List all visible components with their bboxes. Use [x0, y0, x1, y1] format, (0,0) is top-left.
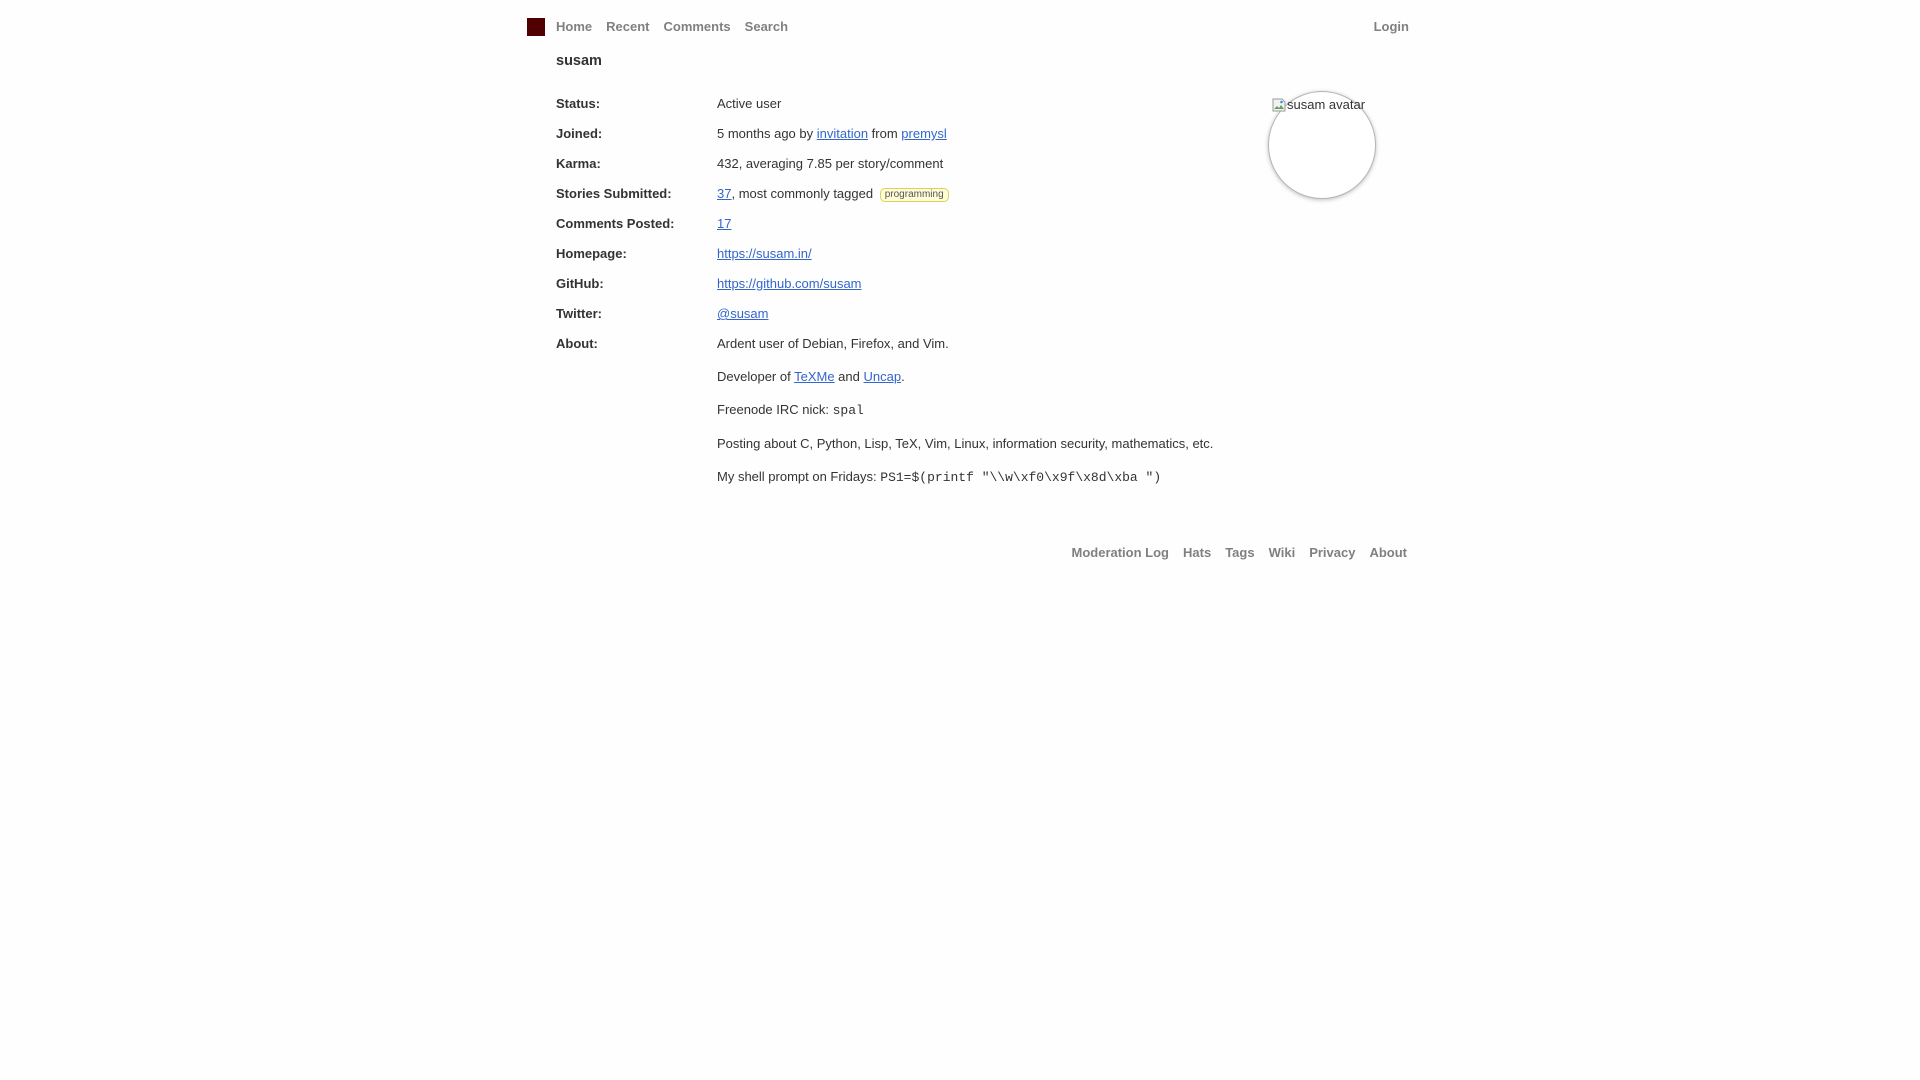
- twitter-label: Twitter:: [556, 306, 602, 321]
- about-line-4: Posting about C, Python, Lisp, TeX, Vim,…: [717, 436, 1214, 451]
- uncap-link[interactable]: Uncap: [863, 369, 901, 384]
- status-row: Status: Active user: [556, 93, 1256, 123]
- avatar-broken-image: susam avatar: [1272, 97, 1365, 112]
- site-header: Home Recent Comments Search Login: [527, 14, 1417, 36]
- shell-prompt-code: PS1=$(printf "\\w\xf0\x9f\x8d\xba "): [880, 470, 1162, 485]
- main-nav: Home Recent Comments Search: [556, 19, 802, 34]
- homepage-link[interactable]: https://susam.in/: [717, 246, 812, 261]
- texme-link[interactable]: TeXMe: [794, 369, 834, 384]
- github-link[interactable]: https://github.com/susam: [717, 276, 862, 291]
- footer-tags-link[interactable]: Tags: [1225, 545, 1254, 560]
- avatar: susam avatar: [1268, 91, 1376, 199]
- about-value: Ardent user of Debian, Firefox, and Vim.…: [717, 333, 1213, 503]
- tag-programming[interactable]: programming: [879, 188, 949, 202]
- about-line-5-prefix: My shell prompt on Fridays:: [717, 469, 881, 484]
- footer-hats-link[interactable]: Hats: [1183, 545, 1211, 560]
- avatar-alt-text: susam avatar: [1287, 97, 1366, 112]
- about-label: About:: [556, 336, 598, 351]
- broken-image-icon: [1272, 98, 1286, 111]
- github-label: GitHub:: [556, 276, 604, 291]
- twitter-value: @susam: [717, 306, 769, 321]
- about-row: About: Ardent user of Debian, Firefox, a…: [556, 333, 1256, 485]
- footer-moderation-log-link[interactable]: Moderation Log: [1072, 545, 1170, 560]
- comments-label: Comments Posted:: [556, 216, 675, 231]
- irc-nick-code: spal: [832, 403, 864, 418]
- about-line-2-suffix: .: [901, 369, 905, 384]
- site-logo-icon[interactable]: [527, 18, 545, 36]
- homepage-value: https://susam.in/: [717, 246, 812, 261]
- comments-row: Comments Posted: 17: [556, 213, 1256, 243]
- stories-text: , most commonly tagged: [731, 186, 874, 201]
- homepage-label: Homepage:: [556, 246, 627, 261]
- profile-details: Status: Active user Joined: 5 months ago…: [556, 93, 1256, 485]
- login-link[interactable]: Login: [1374, 19, 1409, 34]
- homepage-row: Homepage: https://susam.in/: [556, 243, 1256, 273]
- about-line-1: Ardent user of Debian, Firefox, and Vim.: [717, 336, 949, 351]
- joined-value: 5 months ago by invitation from premysl: [717, 126, 947, 141]
- twitter-link[interactable]: @susam: [717, 306, 769, 321]
- stories-value: 37, most commonly tagged programming: [717, 186, 949, 202]
- karma-value: 432, averaging 7.85 per story/comment: [717, 156, 944, 171]
- nav-comments-link[interactable]: Comments: [663, 19, 730, 34]
- footer-privacy-link[interactable]: Privacy: [1309, 545, 1355, 560]
- status-value: Active user: [717, 96, 782, 111]
- stories-count-link[interactable]: 37: [717, 186, 731, 201]
- invitation-link[interactable]: invitation: [817, 126, 868, 141]
- nav-search-link[interactable]: Search: [745, 19, 788, 34]
- joined-label: Joined:: [556, 126, 603, 141]
- footer-wiki-link[interactable]: Wiki: [1269, 545, 1296, 560]
- about-line-3: Freenode IRC nick: spal: [717, 402, 1213, 419]
- github-value: https://github.com/susam: [717, 276, 862, 291]
- footer-about-link[interactable]: About: [1369, 545, 1407, 560]
- stories-row: Stories Submitted: 37, most commonly tag…: [556, 183, 1256, 213]
- karma-label: Karma:: [556, 156, 601, 171]
- nav-recent-link[interactable]: Recent: [606, 19, 649, 34]
- comments-value: 17: [717, 216, 731, 231]
- github-row: GitHub: https://github.com/susam: [556, 273, 1256, 303]
- about-line-2: Developer of TeXMe and Uncap.: [717, 369, 1213, 385]
- inviter-link[interactable]: premysl: [901, 126, 947, 141]
- about-line-3-prefix: Freenode IRC nick:: [717, 402, 833, 417]
- site-footer: Moderation Log Hats Tags Wiki Privacy Ab…: [1058, 545, 1408, 560]
- about-line-2-prefix: Developer of: [717, 369, 795, 384]
- nav-home-link[interactable]: Home: [556, 19, 592, 34]
- about-line-2-middle: and: [834, 369, 864, 384]
- joined-prefix: 5 months ago by: [717, 126, 817, 141]
- status-label: Status:: [556, 96, 601, 111]
- joined-row: Joined: 5 months ago by invitation from …: [556, 123, 1256, 153]
- joined-middle: from: [868, 126, 902, 141]
- twitter-row: Twitter: @susam: [556, 303, 1256, 333]
- stories-label: Stories Submitted:: [556, 186, 672, 201]
- page-title: susam: [556, 53, 602, 69]
- karma-row: Karma: 432, averaging 7.85 per story/com…: [556, 153, 1256, 183]
- about-line-5: My shell prompt on Fridays: PS1=$(printf…: [717, 469, 1213, 486]
- comments-count-link[interactable]: 17: [717, 216, 731, 231]
